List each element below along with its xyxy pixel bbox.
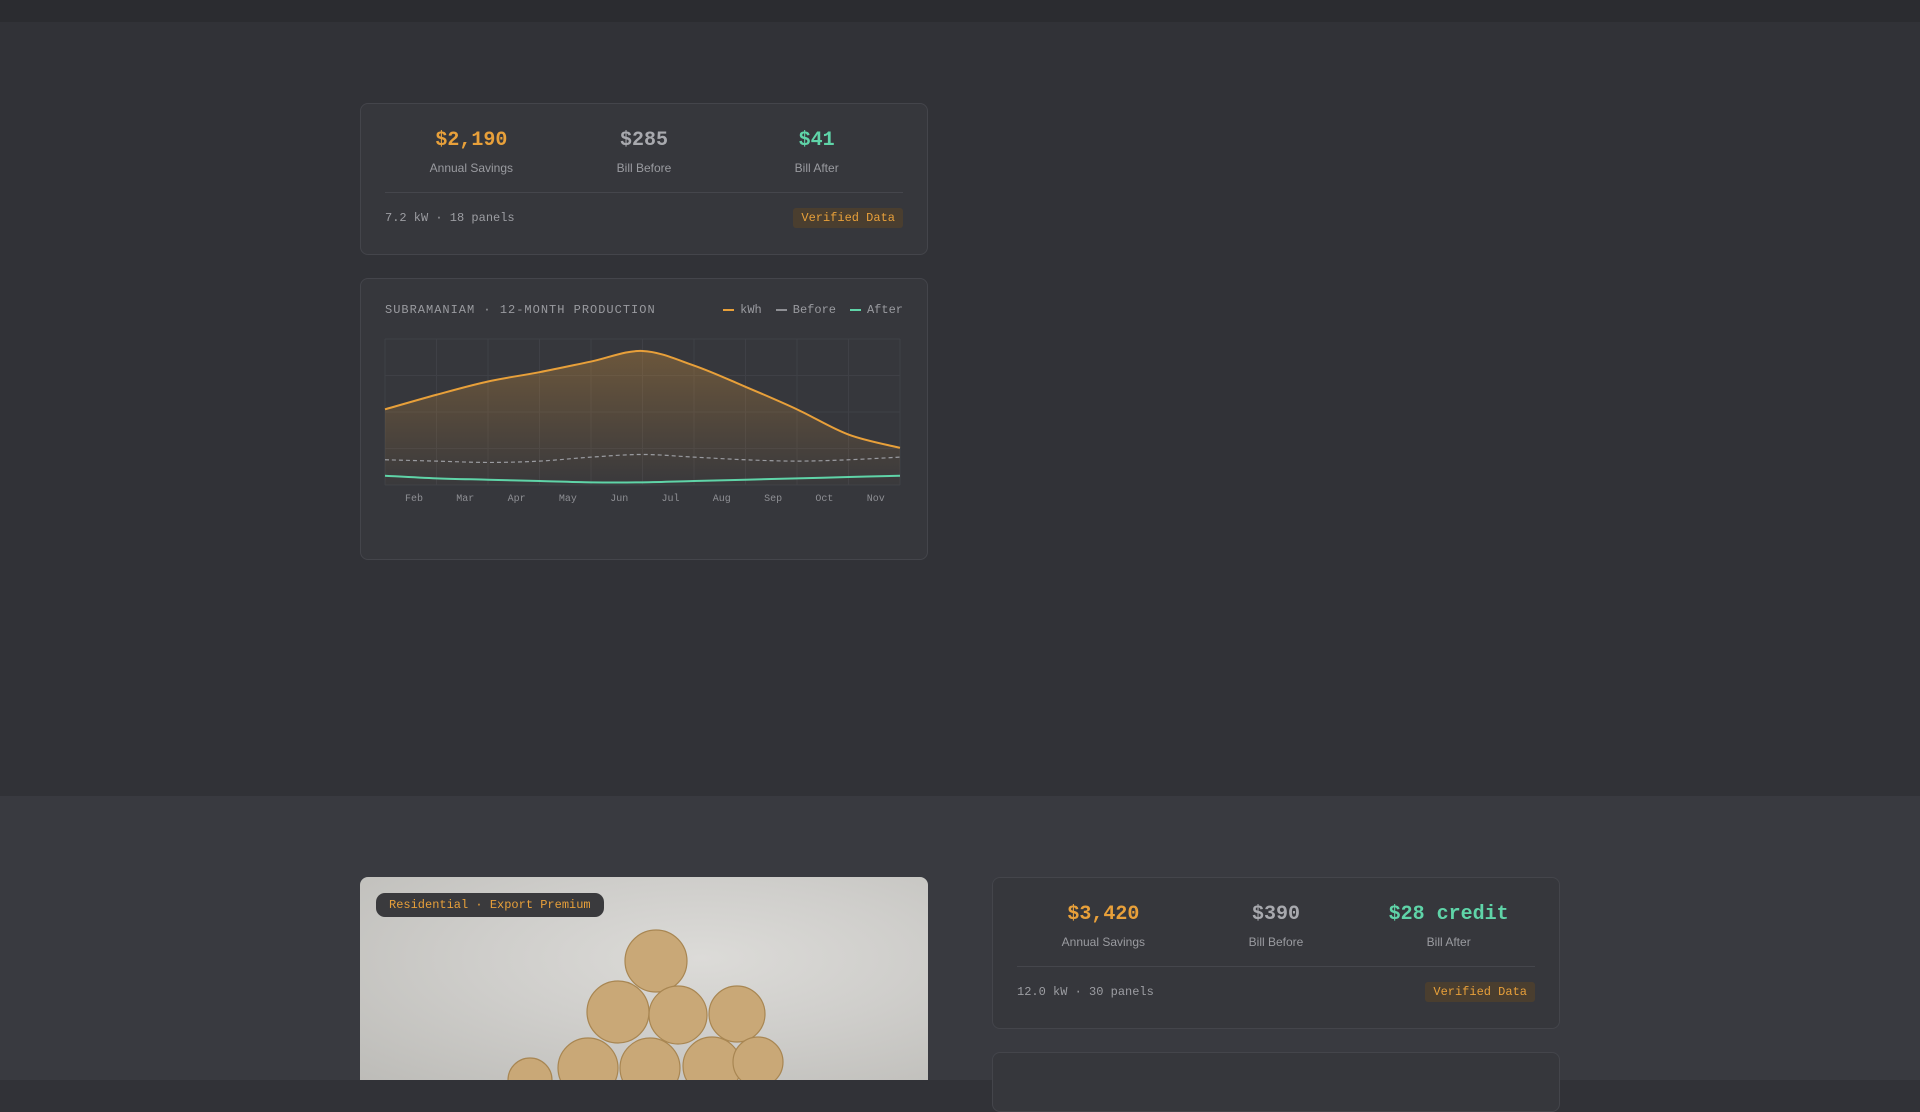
x-tick-label: Feb xyxy=(405,493,423,505)
legend-item-kwh: kWh xyxy=(723,303,762,317)
verified-badge: Verified Data xyxy=(1425,982,1535,1002)
project-photo: Residential · Export Premium xyxy=(360,877,928,1080)
x-tick-label: Apr xyxy=(508,494,526,505)
chart-title: SUBRAMANIAM · 12-MONTH PRODUCTION xyxy=(385,303,656,317)
x-tick-label: Jun xyxy=(610,494,628,505)
legend-item-before: Before xyxy=(775,303,836,317)
system-spec: 12.0 kW · 30 panels xyxy=(1017,985,1154,999)
cork xyxy=(648,985,708,1045)
stat-annual-savings: $3,420 Annual Savings xyxy=(1017,878,1190,968)
chart-legend: kWh Before After xyxy=(723,303,903,317)
stat-annual-savings: $2,190 Annual Savings xyxy=(385,104,558,194)
top-bar xyxy=(0,0,1920,22)
divider xyxy=(385,192,903,193)
legend-label: Before xyxy=(792,303,836,317)
stat-label: Annual Savings xyxy=(429,161,514,175)
x-tick-label: Nov xyxy=(867,494,885,505)
savings-stats: $2,190 Annual Savings $285 Bill Before $… xyxy=(361,104,927,194)
legend-item-after: After xyxy=(849,303,903,317)
cork xyxy=(619,1037,681,1080)
cork xyxy=(732,1036,784,1080)
savings-stats: $3,420 Annual Savings $390 Bill Before $… xyxy=(993,878,1559,968)
stat-label: Bill Before xyxy=(1248,935,1304,949)
stat-bill-before: $285 Bill Before xyxy=(558,104,731,194)
production-chart-card: SUBRAMANIAM · 12-MONTH PRODUCTION kWh Be… xyxy=(360,278,928,560)
legend-label: After xyxy=(866,303,903,317)
stat-label: Bill After xyxy=(1426,935,1471,949)
series-area-kwh xyxy=(385,350,900,485)
stat-bill-after: $28 credit Bill After xyxy=(1362,878,1535,968)
stat-value: $41 xyxy=(798,129,835,152)
production-chart: FebMarAprMayJunJulAugSepOctNovDec xyxy=(384,338,901,505)
cork xyxy=(682,1036,742,1080)
x-tick-label: Sep xyxy=(764,494,782,505)
stat-value: $285 xyxy=(620,129,669,152)
cork xyxy=(557,1037,619,1080)
legend-swatch xyxy=(775,309,787,311)
cork xyxy=(624,929,688,993)
divider xyxy=(1017,966,1535,967)
cork xyxy=(507,1057,553,1080)
stat-label: Bill After xyxy=(794,161,839,175)
x-tick-label: Oct xyxy=(815,494,833,505)
section-2-background xyxy=(0,796,1920,1080)
stat-bill-before: $390 Bill Before xyxy=(1190,878,1363,968)
stat-bill-after: $41 Bill After xyxy=(730,104,903,194)
photo-tag: Residential · Export Premium xyxy=(376,893,604,917)
stat-label: Bill Before xyxy=(616,161,672,175)
stat-value: $28 credit xyxy=(1388,903,1509,926)
stat-value: $3,420 xyxy=(1067,903,1140,926)
x-tick-label: Mar xyxy=(456,494,474,505)
savings-card-2: $3,420 Annual Savings $390 Bill Before $… xyxy=(992,877,1560,1029)
stat-value: $2,190 xyxy=(435,129,508,152)
stat-value: $390 xyxy=(1252,903,1301,926)
legend-swatch xyxy=(849,309,861,311)
stat-label: Annual Savings xyxy=(1061,935,1146,949)
x-tick-label: Jul xyxy=(661,493,679,505)
cork xyxy=(708,985,766,1043)
system-spec: 7.2 kW · 18 panels xyxy=(385,211,515,225)
savings-card-1: $2,190 Annual Savings $285 Bill Before $… xyxy=(360,103,928,255)
verified-badge: Verified Data xyxy=(793,208,903,228)
x-tick-label: May xyxy=(559,494,577,505)
legend-label: kWh xyxy=(740,303,762,317)
legend-swatch xyxy=(723,309,735,311)
x-tick-label: Aug xyxy=(713,494,731,505)
cork xyxy=(586,980,650,1044)
production-chart-card-2 xyxy=(992,1052,1560,1112)
